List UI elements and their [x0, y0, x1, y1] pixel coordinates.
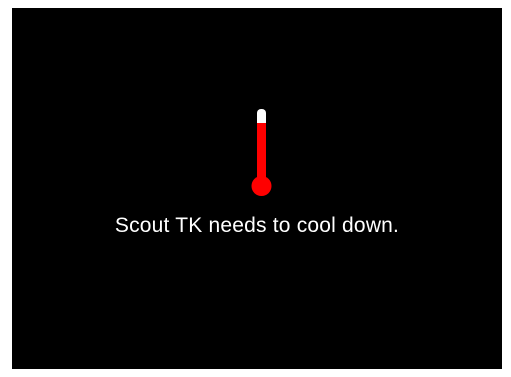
thermometer-bulb	[251, 176, 272, 196]
thermometer-icon	[249, 108, 275, 200]
cooldown-message: Scout TK needs to cool down.	[114, 214, 400, 237]
overheat-screen: Scout TK needs to cool down.	[12, 8, 502, 369]
